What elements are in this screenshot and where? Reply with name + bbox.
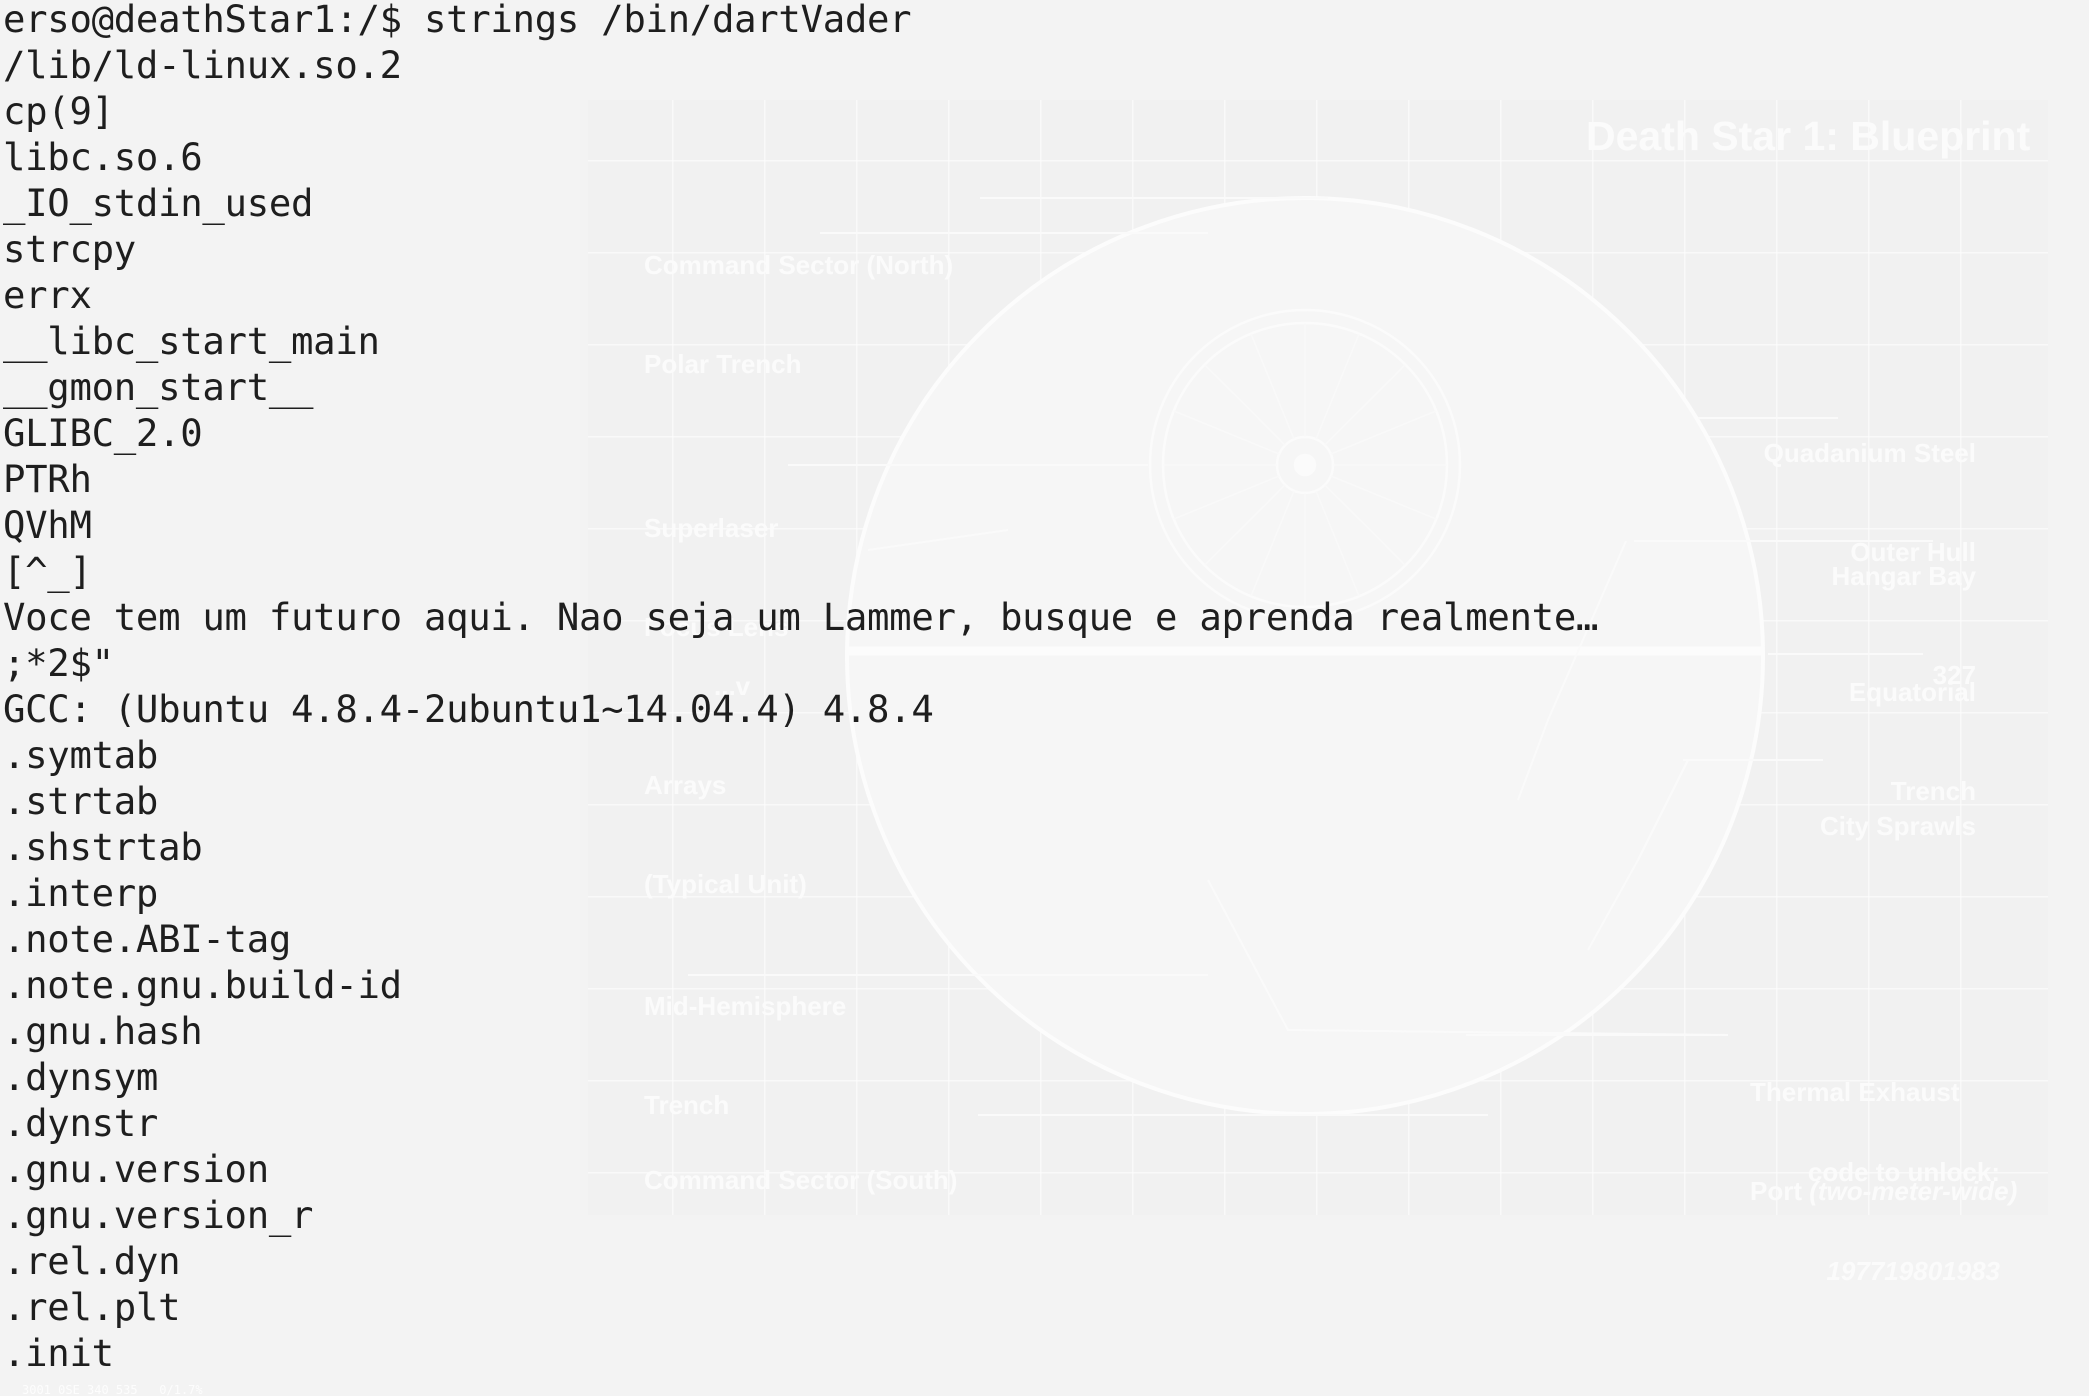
terminal-output-line: Voce tem um futuro aqui. Nao seja um Lam… — [3, 595, 1599, 639]
terminal-output-line: .dynstr — [3, 1101, 159, 1145]
terminal-output-line: __gmon_start__ — [3, 365, 314, 409]
terminal-output-line: .strtab — [3, 779, 159, 823]
terminal-command-line: erso@deathStar1:/$ strings /bin/dartVade… — [3, 0, 912, 41]
terminal-output-line: strcpy — [3, 227, 136, 271]
terminal-output-line: .rel.dyn — [3, 1239, 181, 1283]
terminal-output-line: errx — [3, 273, 92, 317]
terminal-output-line: .interp — [3, 871, 159, 915]
terminal-output-line: .note.gnu.build-id — [3, 963, 402, 1007]
terminal-output-line: PTRh — [3, 457, 92, 501]
terminal-output-line: .dynsym — [3, 1055, 159, 1099]
terminal-output-line: _IO_stdin_used — [3, 181, 314, 225]
terminal-output-line: /lib/ld-linux.so.2 — [3, 43, 402, 87]
terminal-output: erso@deathStar1:/$ strings /bin/dartVade… — [3, 0, 1598, 1376]
terminal-output-line: libc.so.6 — [3, 135, 203, 179]
terminal-output-line: .gnu.version — [3, 1147, 269, 1191]
terminal-output-line: ;*2$" — [3, 641, 114, 685]
terminal-output-line: cp(9] — [3, 89, 114, 133]
terminal-output-line: GLIBC_2.0 — [3, 411, 203, 455]
terminal-output-line: [^_] — [3, 549, 92, 593]
terminal-output-line: .shstrtab — [3, 825, 203, 869]
terminal-output-line: .gnu.version_r — [3, 1193, 314, 1237]
terminal-output-line: __libc_start_main — [3, 319, 380, 363]
terminal-output-line: .gnu.hash — [3, 1009, 203, 1053]
terminal-output-line: QVhM — [3, 503, 92, 547]
terminal-output-line: .symtab — [3, 733, 159, 777]
terminal-output-line: .rel.plt — [3, 1285, 181, 1329]
terminal-output-line: GCC: (Ubuntu 4.8.4-2ubuntu1~14.04.4) 4.8… — [3, 687, 934, 731]
terminal-window[interactable]: erso@deathStar1:/$ strings /bin/dartVade… — [0, 0, 2089, 1396]
screen: Death Star 1: Blueprint Command Sector (… — [0, 0, 2089, 1396]
terminal-output-line: .note.ABI-tag — [3, 917, 292, 961]
terminal-output-line: .init — [3, 1331, 114, 1375]
